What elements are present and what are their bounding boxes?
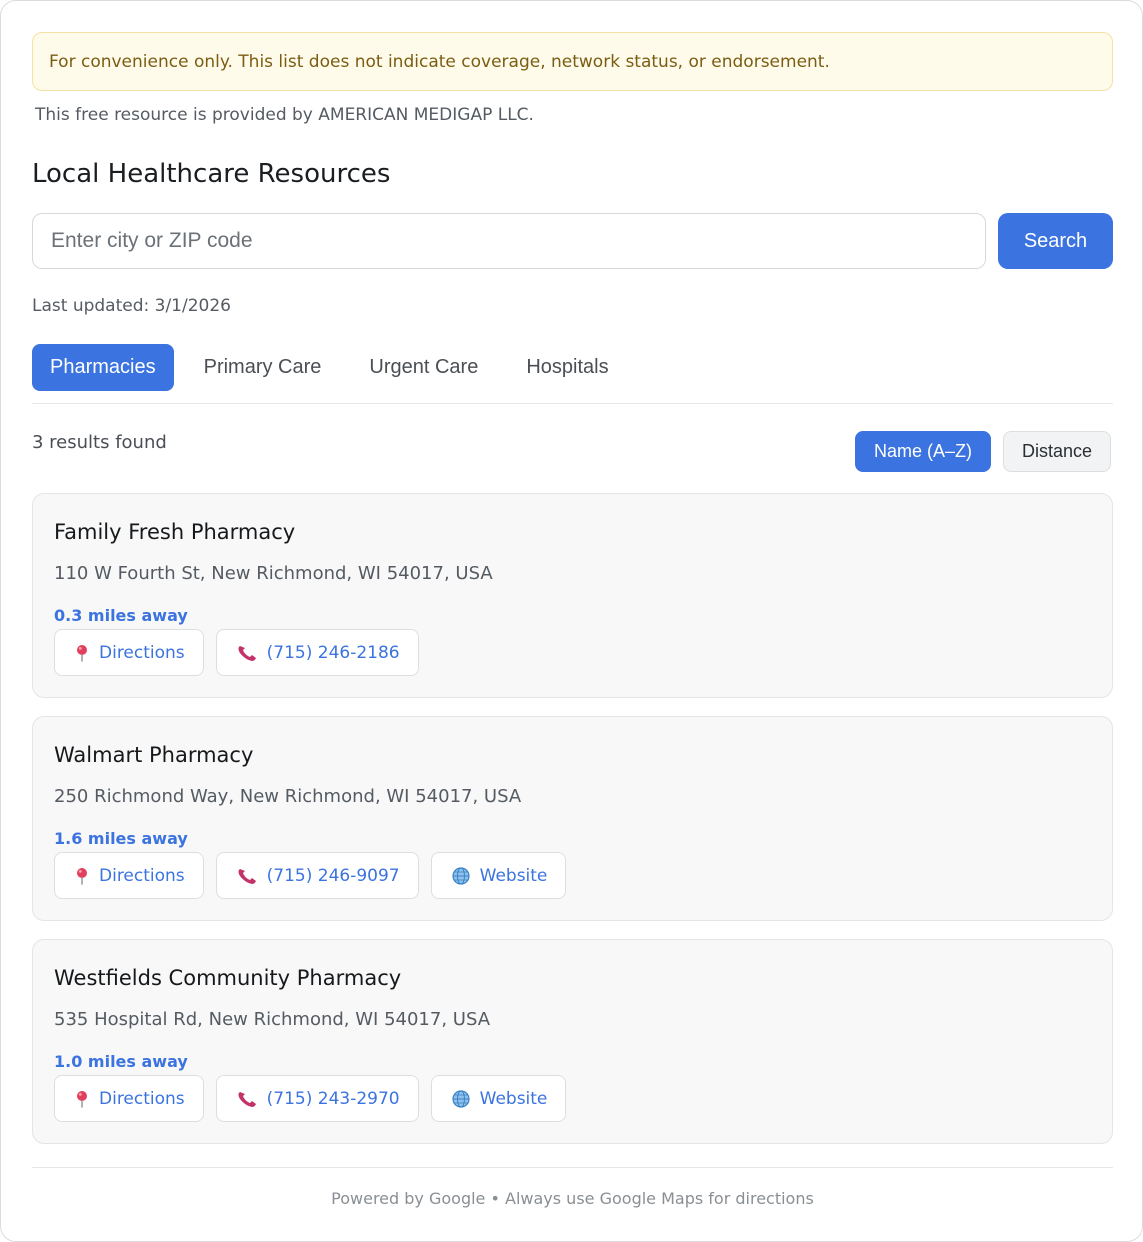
result-actions: Directions (715) 246-2186 — [54, 629, 419, 676]
phone-button[interactable]: (715) 243-2970 — [215, 1075, 419, 1122]
directions-label: Directions — [99, 1088, 185, 1109]
result-card: Westfields Community Pharmacy 535 Hospit… — [32, 939, 1113, 1144]
tabs-divider — [32, 403, 1113, 404]
result-card: Family Fresh Pharmacy 110 W Fourth St, N… — [32, 493, 1113, 698]
website-label: Website — [479, 1088, 548, 1109]
website-label: Website — [479, 865, 548, 886]
result-card: Walmart Pharmacy 250 Richmond Way, New R… — [32, 716, 1113, 921]
directions-button[interactable]: Directions — [54, 1075, 204, 1122]
provider-note: This free resource is provided by AMERIC… — [35, 105, 534, 125]
search-input[interactable] — [32, 213, 986, 269]
phone-number: (715) 243-2970 — [266, 1088, 400, 1109]
tab-primary-care[interactable]: Primary Care — [186, 344, 340, 391]
phone-button[interactable]: (715) 246-2186 — [215, 629, 419, 676]
tab-pharmacies[interactable]: Pharmacies — [32, 344, 174, 391]
tab-hospitals[interactable]: Hospitals — [508, 344, 626, 391]
result-name: Westfields Community Pharmacy — [54, 966, 402, 990]
results-count: 3 results found — [32, 432, 167, 453]
sort-name-button[interactable]: Name (A–Z) — [854, 431, 991, 472]
phone-icon — [237, 867, 257, 885]
disclaimer-banner: For convenience only. This list does not… — [32, 32, 1113, 91]
globe-icon — [452, 866, 470, 885]
result-actions: Directions (715) 246-9097 Website — [54, 852, 567, 899]
last-updated: Last updated: 3/1/2026 — [32, 296, 231, 316]
map-pin-icon — [75, 644, 89, 662]
category-tabs: Pharmacies Primary Care Urgent Care Hosp… — [32, 344, 627, 391]
result-name: Walmart Pharmacy — [54, 743, 254, 767]
directions-label: Directions — [99, 642, 185, 663]
result-address: 250 Richmond Way, New Richmond, WI 54017… — [54, 786, 522, 807]
result-distance: 1.0 miles away — [54, 1052, 188, 1071]
healthcare-widget: For convenience only. This list does not… — [0, 0, 1143, 1242]
website-button[interactable]: Website — [430, 852, 567, 899]
result-address: 535 Hospital Rd, New Richmond, WI 54017,… — [54, 1009, 491, 1030]
result-address: 110 W Fourth St, New Richmond, WI 54017,… — [54, 563, 493, 584]
directions-button[interactable]: Directions — [54, 852, 204, 899]
website-button[interactable]: Website — [430, 1075, 567, 1122]
disclaimer-text: For convenience only. This list does not… — [49, 51, 830, 72]
tab-urgent-care[interactable]: Urgent Care — [351, 344, 496, 391]
globe-icon — [452, 1089, 470, 1108]
sort-distance-button[interactable]: Distance — [1002, 431, 1111, 472]
result-name: Family Fresh Pharmacy — [54, 520, 296, 544]
map-pin-icon — [75, 1090, 89, 1108]
result-actions: Directions (715) 243-2970 Website — [54, 1075, 567, 1122]
page-title: Local Healthcare Resources — [32, 159, 391, 189]
phone-number: (715) 246-9097 — [266, 865, 400, 886]
search-button[interactable]: Search — [998, 213, 1113, 269]
phone-number: (715) 246-2186 — [266, 642, 400, 663]
sort-controls: Name (A–Z) Distance — [854, 431, 1111, 472]
directions-label: Directions — [99, 865, 185, 886]
footer-attribution: Powered by Google • Always use Google Ma… — [331, 1189, 814, 1208]
footer-divider — [32, 1167, 1113, 1168]
phone-button[interactable]: (715) 246-9097 — [215, 852, 419, 899]
map-pin-icon — [75, 867, 89, 885]
phone-icon — [237, 644, 257, 662]
result-distance: 0.3 miles away — [54, 606, 188, 625]
result-distance: 1.6 miles away — [54, 829, 188, 848]
directions-button[interactable]: Directions — [54, 629, 204, 676]
phone-icon — [237, 1090, 257, 1108]
